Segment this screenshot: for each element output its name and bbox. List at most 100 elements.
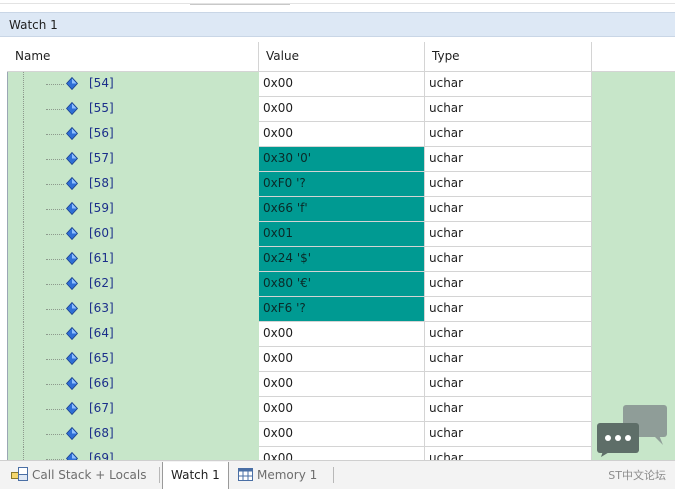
tree-line: [46, 359, 64, 360]
type-cell[interactable]: uchar: [425, 272, 592, 297]
name-cell[interactable]: [57]: [8, 147, 259, 172]
name-cell[interactable]: [61]: [8, 247, 259, 272]
column-header-type[interactable]: Type: [425, 42, 592, 71]
value-cell[interactable]: 0x66 'f': [259, 197, 425, 222]
tree-line: [23, 97, 24, 122]
tree-line: [46, 259, 64, 260]
name-cell[interactable]: [59]: [8, 197, 259, 222]
value-cell[interactable]: 0xF6 '?: [259, 297, 425, 322]
value-cell[interactable]: 0x00: [259, 347, 425, 372]
watch-row[interactable]: [62] 0x80 '€' uchar: [7, 272, 675, 297]
tab-label: Watch 1: [171, 468, 220, 482]
tree-line: [23, 397, 24, 422]
tree-line: [46, 234, 64, 235]
watch-row[interactable]: [57] 0x30 '0' uchar: [7, 147, 675, 172]
value-text: 0x30 '0': [263, 151, 312, 165]
value-cell[interactable]: 0x80 '€': [259, 272, 425, 297]
value-cell[interactable]: 0x24 '$': [259, 247, 425, 272]
type-cell[interactable]: uchar: [425, 447, 592, 460]
tree-line: [23, 147, 24, 172]
value-cell[interactable]: 0x30 '0': [259, 147, 425, 172]
value-cell[interactable]: 0x00: [259, 447, 425, 460]
watch-row[interactable]: [63] 0xF6 '? uchar: [7, 297, 675, 322]
watch-row[interactable]: [56] 0x00 uchar: [7, 122, 675, 147]
watch-variable-icon: [66, 452, 78, 460]
watch-variable-icon: [66, 127, 78, 140]
type-text: uchar: [429, 376, 464, 390]
name-cell[interactable]: [63]: [8, 297, 259, 322]
watch-grid[interactable]: Name Value Type [54] 0x00 uchar [55] 0x00 uch…: [7, 42, 675, 460]
value-cell[interactable]: 0x00: [259, 372, 425, 397]
type-cell[interactable]: uchar: [425, 347, 592, 372]
type-text: uchar: [429, 226, 464, 240]
value-cell[interactable]: 0x00: [259, 397, 425, 422]
tree-line: [23, 422, 24, 447]
type-cell[interactable]: uchar: [425, 297, 592, 322]
tree-line: [23, 272, 24, 297]
watch-row[interactable]: [55] 0x00 uchar: [7, 97, 675, 122]
column-header-value[interactable]: Value: [259, 42, 425, 71]
name-cell[interactable]: [62]: [8, 272, 259, 297]
name-cell[interactable]: [66]: [8, 372, 259, 397]
watch-row[interactable]: [58] 0xF0 '? uchar: [7, 172, 675, 197]
watch-row[interactable]: [61] 0x24 '$' uchar: [7, 247, 675, 272]
tab-divider: [333, 467, 334, 483]
name-cell[interactable]: [68]: [8, 422, 259, 447]
value-text: 0x66 'f': [263, 201, 308, 215]
watch-row[interactable]: [64] 0x00 uchar: [7, 322, 675, 347]
name-cell[interactable]: [65]: [8, 347, 259, 372]
type-cell[interactable]: uchar: [425, 372, 592, 397]
name-cell[interactable]: [58]: [8, 172, 259, 197]
name-cell[interactable]: [54]: [8, 72, 259, 97]
name-cell[interactable]: [55]: [8, 97, 259, 122]
watch-variable-icon: [66, 252, 78, 265]
type-cell[interactable]: uchar: [425, 422, 592, 447]
value-cell[interactable]: 0x00: [259, 72, 425, 97]
type-cell[interactable]: uchar: [425, 322, 592, 347]
name-cell[interactable]: [60]: [8, 222, 259, 247]
value-cell[interactable]: 0x00: [259, 322, 425, 347]
type-cell[interactable]: uchar: [425, 172, 592, 197]
tree-line: [46, 409, 64, 410]
value-text: 0x00: [263, 76, 294, 90]
element-index: [58]: [89, 176, 114, 190]
type-text: uchar: [429, 151, 464, 165]
tab-watch-1[interactable]: Watch 1: [162, 462, 229, 489]
tree-line: [46, 334, 64, 335]
tree-line: [23, 322, 24, 347]
value-cell[interactable]: 0x01: [259, 222, 425, 247]
type-cell[interactable]: uchar: [425, 197, 592, 222]
type-cell[interactable]: uchar: [425, 222, 592, 247]
tree-line: [46, 434, 64, 435]
watch-row[interactable]: [67] 0x00 uchar: [7, 397, 675, 422]
watch-row[interactable]: [66] 0x00 uchar: [7, 372, 675, 397]
element-index: [65]: [89, 351, 114, 365]
watch-row[interactable]: [60] 0x01 uchar: [7, 222, 675, 247]
name-cell[interactable]: [56]: [8, 122, 259, 147]
tab-call-stack-locals[interactable]: Call Stack + Locals: [11, 463, 146, 487]
watch-row[interactable]: [54] 0x00 uchar: [7, 72, 675, 97]
type-cell[interactable]: uchar: [425, 122, 592, 147]
value-cell[interactable]: 0xF0 '?: [259, 172, 425, 197]
type-cell[interactable]: uchar: [425, 147, 592, 172]
type-cell[interactable]: uchar: [425, 97, 592, 122]
watch-variable-icon: [66, 327, 78, 340]
type-cell[interactable]: uchar: [425, 247, 592, 272]
watch-row[interactable]: [69] 0x00 uchar: [7, 447, 675, 460]
type-cell[interactable]: uchar: [425, 72, 592, 97]
column-header-name[interactable]: Name: [8, 42, 259, 71]
watch-row[interactable]: [65] 0x00 uchar: [7, 347, 675, 372]
watch-row[interactable]: [68] 0x00 uchar: [7, 422, 675, 447]
tab-memory-1[interactable]: Memory 1: [238, 463, 317, 487]
watch-row[interactable]: [59] 0x66 'f' uchar: [7, 197, 675, 222]
watermark-text: ST中文论坛: [608, 469, 666, 482]
name-cell[interactable]: [67]: [8, 397, 259, 422]
value-cell[interactable]: 0x00: [259, 422, 425, 447]
name-cell[interactable]: [64]: [8, 322, 259, 347]
value-text: 0xF0 '?: [263, 176, 306, 190]
type-cell[interactable]: uchar: [425, 397, 592, 422]
name-cell[interactable]: [69]: [8, 447, 259, 460]
value-cell[interactable]: 0x00: [259, 97, 425, 122]
type-text: uchar: [429, 351, 464, 365]
value-cell[interactable]: 0x00: [259, 122, 425, 147]
